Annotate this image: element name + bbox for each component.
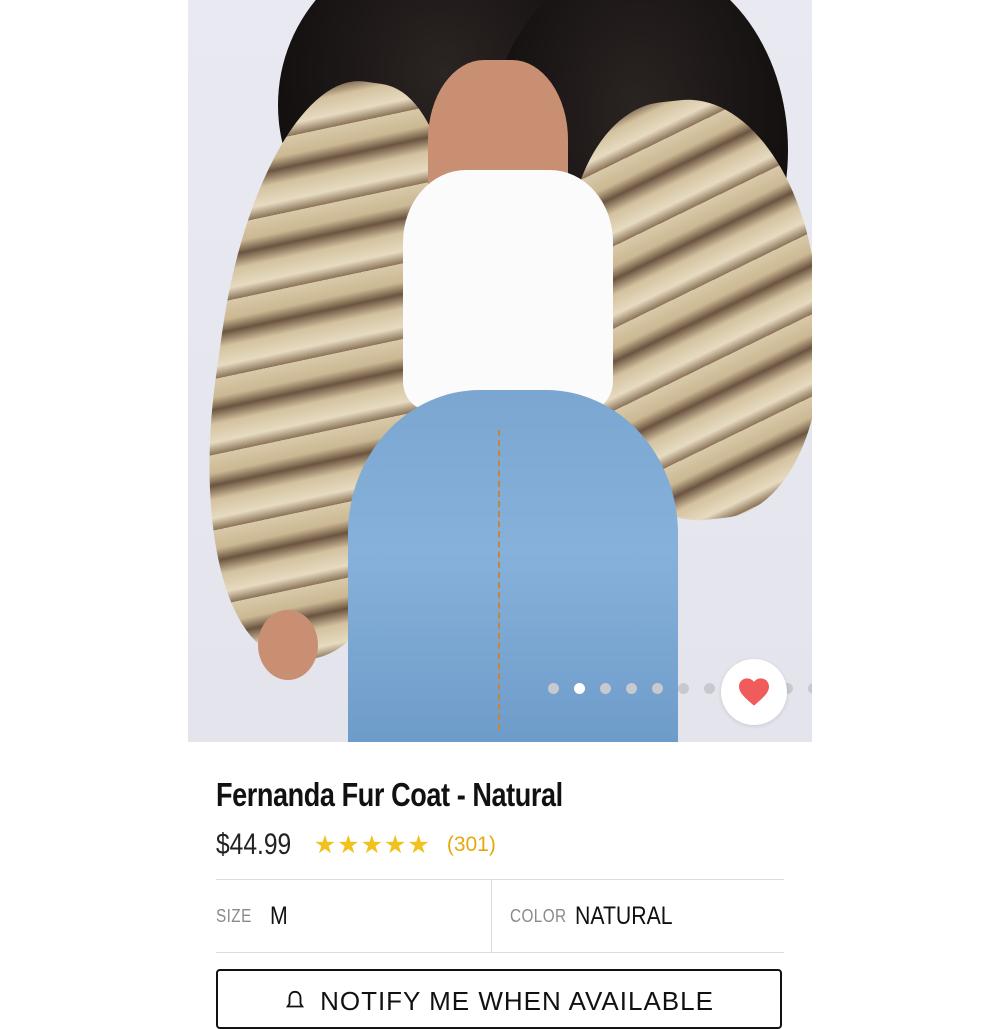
product-price: $44.99	[216, 828, 292, 861]
review-count[interactable]: (301)	[447, 833, 496, 857]
product-image[interactable]	[188, 0, 812, 742]
color-label: COLOR	[509, 905, 567, 926]
white-top	[403, 170, 613, 410]
carousel-dot[interactable]	[600, 683, 611, 694]
heart-icon	[739, 678, 769, 706]
model-hand	[258, 610, 318, 680]
price-rating-row: $44.99 ★★★★★ (301)	[216, 828, 784, 862]
carousel-dot[interactable]	[626, 683, 637, 694]
size-label: SIZE	[216, 905, 252, 926]
favorite-button[interactable]	[721, 659, 787, 725]
color-selector[interactable]: COLOR NATURAL	[490, 880, 785, 952]
carousel-dot[interactable]	[704, 683, 715, 694]
product-title: Fernanda Fur Coat - Natural	[216, 776, 563, 813]
product-options: SIZE M COLOR NATURAL	[216, 879, 784, 953]
jeans-seam	[498, 430, 500, 730]
carousel-dot[interactable]	[808, 683, 812, 694]
product-info: Fernanda Fur Coat - Natural $44.99 ★★★★★…	[216, 776, 784, 862]
carousel-dot[interactable]	[548, 683, 559, 694]
carousel-dot[interactable]	[678, 683, 689, 694]
rating-stars[interactable]: ★★★★★	[314, 830, 431, 860]
color-value: NATURAL	[574, 901, 673, 930]
notify-me-button[interactable]: NOTIFY ME WHEN AVAILABLE	[216, 969, 782, 1029]
size-selector[interactable]: SIZE M	[216, 880, 491, 952]
bell-icon	[286, 990, 305, 1008]
carousel-dot[interactable]	[574, 683, 585, 694]
notify-label: NOTIFY ME WHEN AVAILABLE	[320, 985, 714, 1016]
size-value: M	[270, 901, 288, 930]
carousel-dot[interactable]	[652, 683, 663, 694]
